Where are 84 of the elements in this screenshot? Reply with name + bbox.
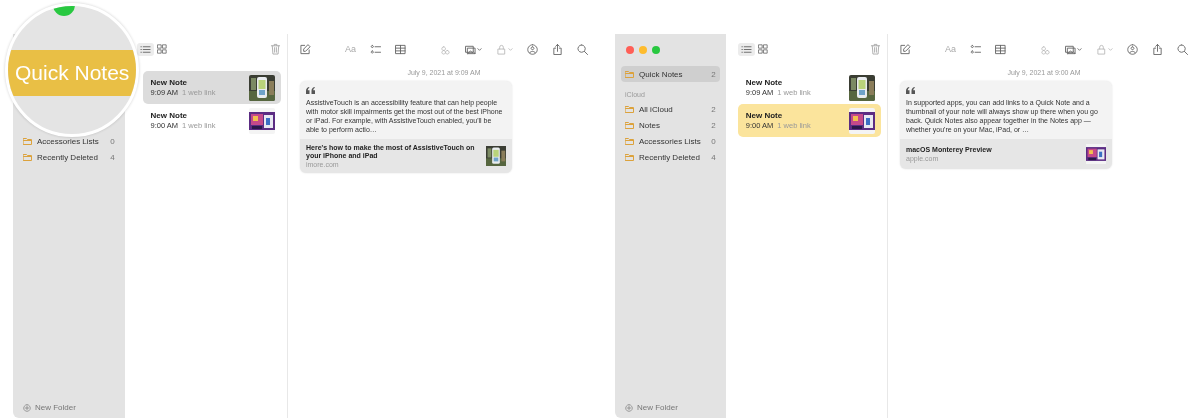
compose-icon	[900, 43, 911, 55]
note-title: New Note	[745, 111, 784, 120]
collab-icon	[1040, 43, 1051, 55]
table-icon	[995, 43, 1006, 55]
lock-icon	[1096, 43, 1107, 55]
media-icon	[465, 43, 476, 55]
link-card[interactable]	[900, 81, 1112, 169]
grid-icon	[156, 44, 167, 54]
chevron-icon	[1108, 46, 1113, 52]
table-button[interactable]	[395, 43, 406, 55]
collab-icon	[440, 43, 451, 55]
folder-icon	[625, 121, 634, 129]
sidebar-item[interactable]: Quick Notes 2	[621, 66, 720, 82]
note-count: 0	[711, 136, 716, 146]
note-count: 4	[711, 152, 716, 162]
folder-icon	[625, 137, 634, 145]
quote-icon	[306, 87, 316, 94]
media-button[interactable]	[465, 43, 482, 55]
list-icon	[139, 43, 151, 55]
folder-name: All iCloud	[639, 104, 674, 114]
close-button[interactable]	[626, 46, 634, 54]
checklist-icon	[970, 43, 981, 55]
compose-icon	[300, 43, 311, 55]
folder-icon	[23, 137, 32, 145]
quote-icon	[906, 87, 916, 94]
magnified-sidebar-item: Quick Notes	[8, 50, 136, 96]
trash-icon	[870, 43, 881, 55]
folder-name: Notes	[639, 120, 661, 130]
delete-button[interactable]	[270, 43, 281, 55]
list-icon	[740, 43, 752, 55]
sidebar-item[interactable]: Notes 2	[621, 117, 720, 133]
list-view-button[interactable]	[136, 42, 154, 56]
lock-icon	[496, 43, 507, 55]
media-icon	[1065, 43, 1076, 55]
note-count: 4	[110, 152, 115, 162]
share-button[interactable]	[552, 43, 563, 55]
table-icon	[395, 43, 406, 55]
link-card[interactable]	[300, 81, 512, 173]
sidebar-item[interactable]: Accessories Lists 0	[19, 133, 119, 149]
grid-icon	[757, 44, 768, 54]
note-count: 2	[711, 120, 716, 130]
trash-icon	[270, 43, 281, 55]
note-count: 2	[711, 104, 716, 114]
list-view-button[interactable]	[737, 42, 755, 56]
share-button[interactable]	[1152, 43, 1163, 55]
note-title: New Note	[150, 111, 189, 120]
sidebar-item[interactable]: All iCloud 2	[621, 101, 720, 117]
compose-button[interactable]	[900, 43, 911, 55]
note-title: New Note	[745, 78, 784, 87]
share-person-button[interactable]	[1127, 43, 1138, 55]
folder-icon	[23, 153, 32, 161]
note-count: 0	[110, 136, 115, 146]
chevron-icon	[1077, 46, 1082, 52]
sidebar-item[interactable]: Recently Deleted 4	[621, 149, 720, 165]
folder-name: Quick Notes	[639, 69, 684, 79]
new-folder-button[interactable]: New Folder	[19, 403, 80, 412]
folder-name: Accessories Lists	[37, 136, 100, 146]
folder-name: Recently Deleted	[37, 152, 99, 162]
search-button[interactable]	[577, 43, 588, 55]
search-button[interactable]	[1177, 43, 1188, 55]
note-title: New Note	[150, 78, 189, 87]
folder-icon	[625, 153, 634, 161]
checklist-button[interactable]	[970, 43, 981, 55]
chevron-icon	[508, 46, 513, 52]
new-folder-button[interactable]: New Folder	[621, 403, 682, 412]
table-button[interactable]	[995, 43, 1006, 55]
chevron-icon	[477, 46, 482, 52]
share-person-button[interactable]	[527, 43, 538, 55]
search-icon	[577, 43, 588, 55]
search-icon	[1177, 43, 1188, 55]
sidebar-item[interactable]: Recently Deleted 4	[19, 149, 119, 165]
note-count: 2	[711, 69, 716, 79]
checklist-icon	[370, 43, 381, 55]
folder-name: Recently Deleted	[639, 152, 701, 162]
share-icon	[1152, 43, 1163, 55]
folder-icon	[625, 70, 634, 78]
checklist-button[interactable]	[370, 43, 381, 55]
folder-icon	[625, 105, 634, 113]
sidebar-item[interactable]: Accessories Lists 0	[621, 133, 720, 149]
folder-name: Accessories Lists	[639, 136, 702, 146]
share-icon	[552, 43, 563, 55]
delete-button[interactable]	[870, 43, 881, 55]
media-button[interactable]	[1065, 43, 1082, 55]
compose-button[interactable]	[300, 43, 311, 55]
